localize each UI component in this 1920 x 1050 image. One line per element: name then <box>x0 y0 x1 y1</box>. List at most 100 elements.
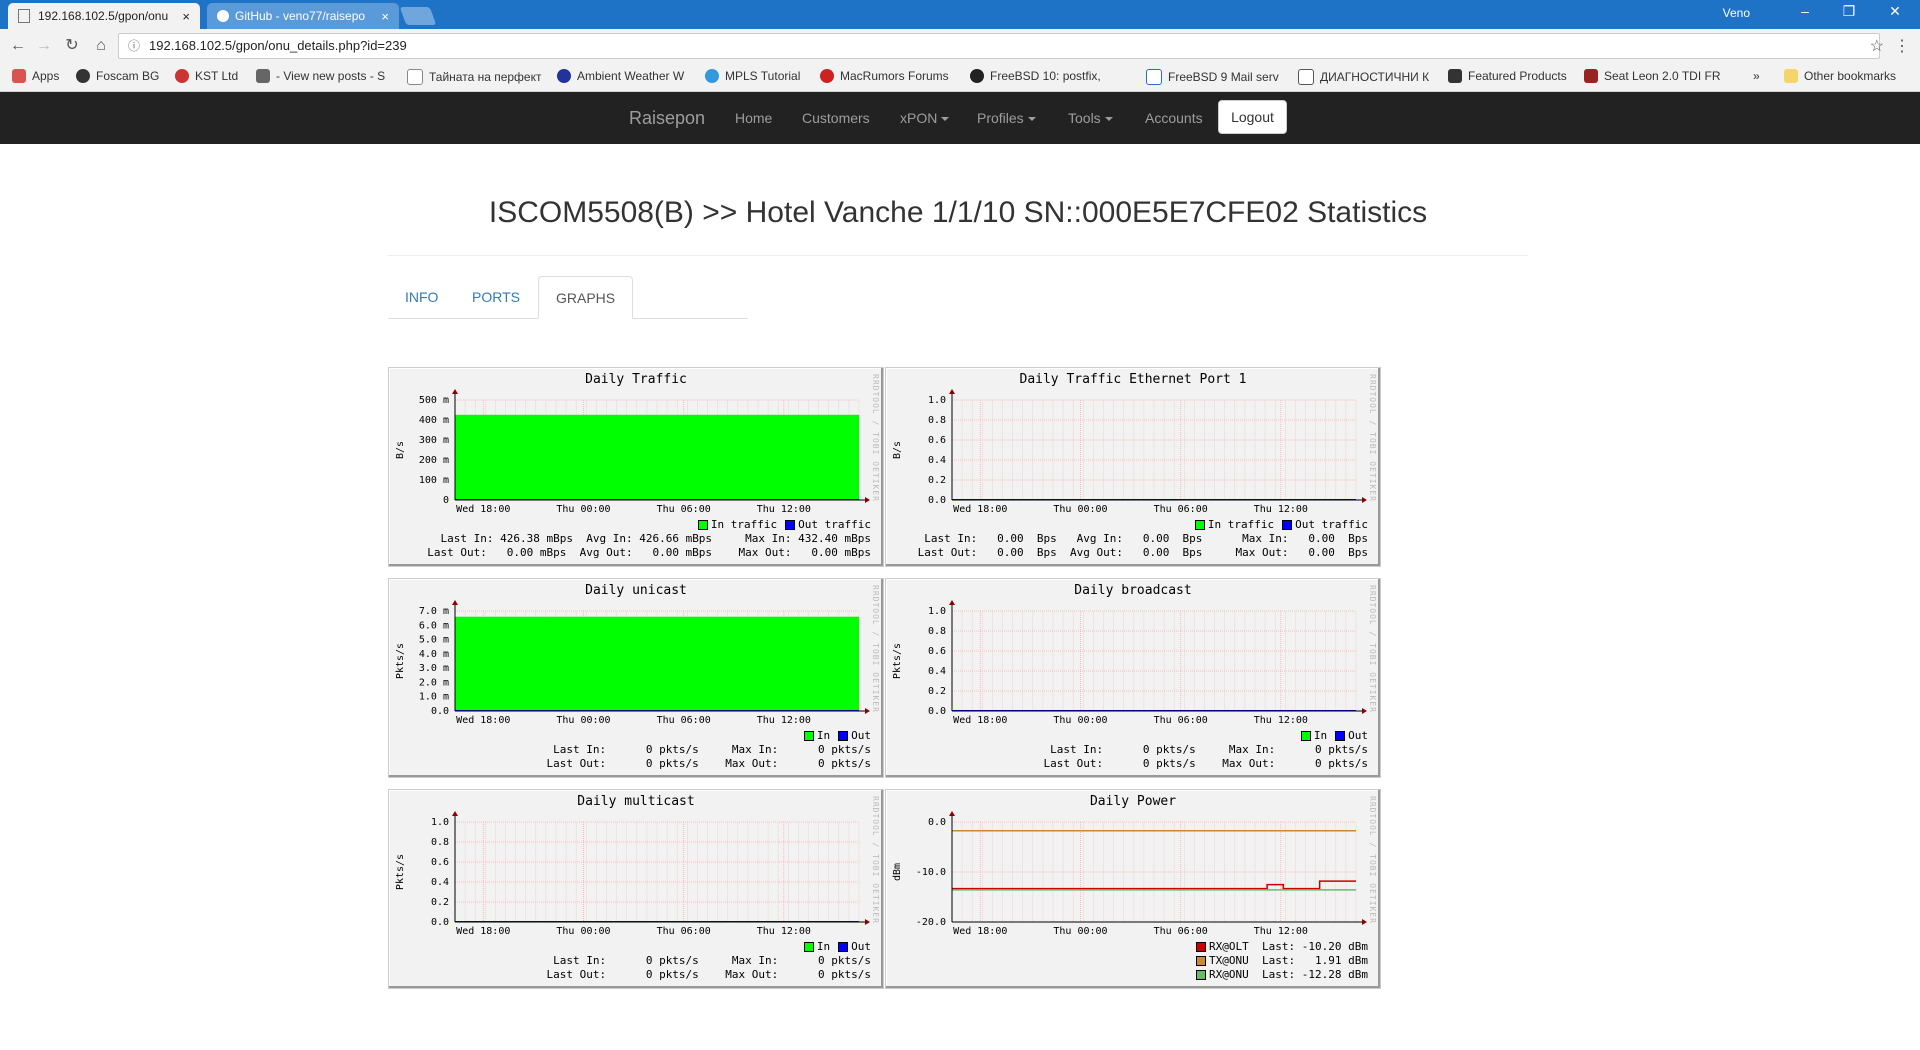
legend: In traffic Out traffic <box>690 518 871 531</box>
axis-arrow-icon <box>1362 708 1367 714</box>
nav-tools-dropdown[interactable]: Tools <box>1068 92 1113 144</box>
x-tick-label: Wed 18:00 <box>953 926 1007 937</box>
bookmark-label: Other bookmarks <box>1804 69 1897 83</box>
profile-name[interactable]: Veno <box>1723 6 1750 20</box>
y-tick-label: 0.6 <box>431 857 449 868</box>
tab-ports[interactable]: PORTS <box>455 276 537 318</box>
legend-label: In traffic <box>710 518 778 531</box>
stats-line: Last In: 426.38 mBps Avg In: 426.66 mBps… <box>440 532 871 545</box>
nav-label: Profiles <box>977 110 1024 126</box>
x-tick-label: Thu 06:00 <box>1154 926 1208 937</box>
bookmark-apps[interactable]: Apps <box>12 69 59 83</box>
legend-swatch <box>803 731 814 741</box>
bookmark-item[interactable]: MPLS Tutorial <box>705 69 800 83</box>
legend-label: In <box>816 940 831 953</box>
x-tick-label: Thu 12:00 <box>757 715 811 726</box>
stats-line: Last Out: 0.00 mBps Avg Out: 0.00 mBps M… <box>427 546 871 559</box>
rrd-graph[interactable]: Daily unicast RRDTOOL / TOBI OETIKER 0.0 1.… <box>388 578 884 778</box>
x-tick-label: Wed 18:00 <box>456 926 510 937</box>
menu-kebab-icon[interactable]: ⋮ <box>1894 36 1910 56</box>
info-icon[interactable]: ⓘ <box>128 34 140 58</box>
favicon-icon <box>970 69 984 83</box>
y-tick-label: 0.0 <box>928 817 946 828</box>
legend-swatch <box>785 520 796 530</box>
bookmark-star-icon[interactable]: ☆ <box>1870 36 1884 56</box>
bookmark-item[interactable]: Тайната на перфект <box>407 69 545 85</box>
tab-graphs[interactable]: GRAPHS <box>538 276 634 319</box>
favicon-icon <box>1146 69 1162 85</box>
bookmark-item[interactable]: FreeBSD 10: postfix, <box>970 69 1105 83</box>
y-tick-label: 0.4 <box>928 666 946 677</box>
tab-info[interactable]: INFO <box>388 276 455 318</box>
close-window-icon[interactable]: ✕ <box>1880 3 1910 20</box>
y-tick-label: 0 <box>443 495 449 506</box>
rrd-graph[interactable]: Daily broadcast RRDTOOL / TOBI OETIKER 0.0… <box>885 578 1381 778</box>
rrd-graph[interactable]: Daily Traffic RRDTOOL / TOBI OETIKER 0 100 … <box>388 367 884 567</box>
favicon-icon <box>76 69 90 83</box>
back-arrow-icon[interactable]: ← <box>8 36 28 56</box>
x-tick-label: Thu 06:00 <box>657 504 711 515</box>
close-tab-icon[interactable]: × <box>182 9 190 24</box>
bookmark-item[interactable]: Ambient Weather W <box>557 69 693 83</box>
nav-customers[interactable]: Customers <box>802 92 870 144</box>
apple-icon <box>820 69 834 83</box>
legend-label: Out traffic <box>798 518 871 531</box>
address-bar[interactable]: ⓘ 192.168.102.5/gpon/onu_details.php?id=… <box>118 33 1880 59</box>
bookmark-label: FreeBSD 9 Mail serv <box>1168 70 1279 84</box>
y-tick-label: 2.0 m <box>419 677 449 688</box>
legend-swatch <box>803 942 814 952</box>
stats-line: Last Out: 0 pkts/s Max Out: 0 pkts/s <box>997 757 1368 770</box>
legend-label: In <box>816 729 831 742</box>
bookmark-label: MacRumors Forums <box>840 69 949 83</box>
y-axis-label: Pkts/s <box>395 643 406 679</box>
other-bookmarks[interactable]: Other bookmarks <box>1784 69 1896 83</box>
brand-link[interactable]: Raisepon <box>629 92 705 144</box>
bookmark-label: Тайната на перфект <box>429 70 542 84</box>
restore-icon[interactable]: ❐ <box>1834 3 1864 20</box>
x-tick-label: Thu 06:00 <box>1154 504 1208 515</box>
browser-tab-github[interactable]: GitHub - veno77/raisepo × <box>207 3 399 29</box>
legend-swatch <box>1282 520 1293 530</box>
legend-label: RX@ONU Last: -12.28 dBm <box>1209 968 1368 981</box>
close-tab-icon[interactable]: × <box>381 9 389 24</box>
home-icon[interactable]: ⌂ <box>91 36 111 56</box>
x-tick-label: Thu 12:00 <box>1254 504 1308 515</box>
browser-tab-active[interactable]: 192.168.102.5/gpon/onu × <box>8 3 200 29</box>
new-tab-button[interactable] <box>399 7 437 25</box>
bookmark-item[interactable]: Foscam BG <box>76 69 159 83</box>
bookmark-item[interactable]: - View new posts - S <box>256 69 394 83</box>
y-tick-label: 7.0 m <box>419 606 449 617</box>
nav-home[interactable]: Home <box>735 92 772 144</box>
favicon-icon <box>557 69 571 83</box>
bookmark-item[interactable]: FreeBSD 9 Mail serv <box>1146 69 1286 85</box>
bookmark-label: - View new posts - S <box>276 69 386 83</box>
x-tick-label: Thu 00:00 <box>1053 715 1107 726</box>
bookmark-label: Apps <box>32 69 60 83</box>
forward-arrow-icon[interactable]: → <box>34 36 54 56</box>
favicon-icon <box>256 69 270 83</box>
logout-button[interactable]: Logout <box>1218 100 1287 134</box>
bookmark-item[interactable]: Featured Products <box>1448 69 1567 83</box>
reload-icon[interactable]: ↻ <box>62 36 82 56</box>
github-icon <box>217 10 229 22</box>
y-tick-label: 1.0 <box>431 817 449 828</box>
bookmark-item[interactable]: ДИАГНОСТИЧНИ К <box>1298 69 1434 85</box>
bookmark-item[interactable]: KST Ltd <box>175 69 238 83</box>
bookmark-label: Seat Leon 2.0 TDI FR <box>1604 69 1721 83</box>
bookmark-label: FreeBSD 10: postfix, <box>990 69 1101 83</box>
bookmark-item[interactable]: Seat Leon 2.0 TDI FR <box>1584 69 1724 83</box>
axis-arrow-icon <box>1362 497 1367 503</box>
rrd-graph[interactable]: Daily Power RRDTOOL / TOBI OETIKER -20.0 -1… <box>885 789 1381 989</box>
x-tick-label: Wed 18:00 <box>456 504 510 515</box>
nav-accounts[interactable]: Accounts <box>1145 92 1203 144</box>
nav-profiles-dropdown[interactable]: Profiles <box>977 92 1036 144</box>
bookmark-label: ДИАГНОСТИЧНИ К <box>1320 70 1430 84</box>
minimize-icon[interactable]: – <box>1790 3 1820 19</box>
rrd-graph[interactable]: Daily Traffic Ethernet Port 1 RRDTOOL / T… <box>885 367 1381 567</box>
nav-xpon-dropdown[interactable]: xPON <box>900 92 950 144</box>
legend: In Out <box>796 940 871 953</box>
more-bookmarks-chevron-icon[interactable]: » <box>1753 69 1760 83</box>
legend-label: Out <box>851 729 871 742</box>
rrd-graph[interactable]: Daily multicast RRDTOOL / TOBI OETIKER 0.0… <box>388 789 884 989</box>
bookmark-item[interactable]: MacRumors Forums <box>820 69 949 83</box>
